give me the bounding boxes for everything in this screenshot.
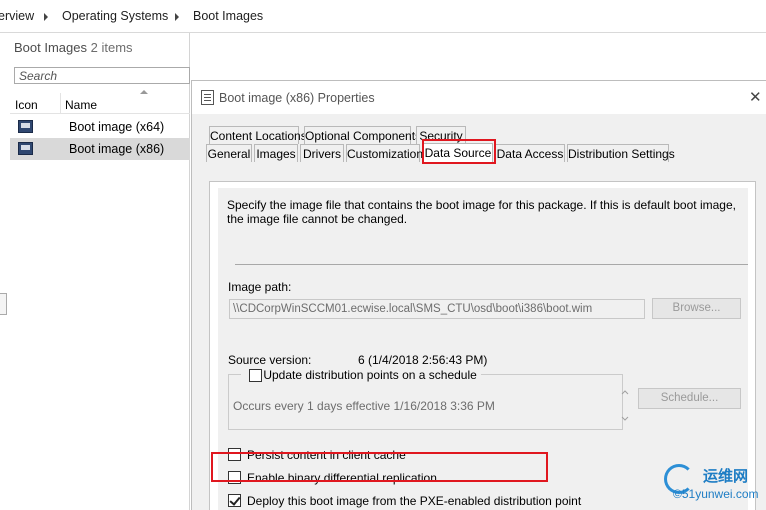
table-row-selected[interactable]: Boot image (x86) bbox=[10, 138, 190, 160]
schedule-group-header: Update distribution points on a schedule bbox=[241, 367, 481, 383]
image-path-field[interactable] bbox=[230, 300, 644, 318]
divider bbox=[235, 264, 748, 265]
tab-customization[interactable]: Customization bbox=[346, 144, 423, 162]
dialog-title: Boot image (x86) Properties bbox=[219, 91, 375, 105]
schedule-scrollbar[interactable] bbox=[621, 385, 629, 425]
browse-button[interactable]: Browse... bbox=[652, 298, 741, 319]
schedule-text: Occurs every 1 days effective 1/16/2018 … bbox=[233, 399, 495, 413]
tab-general[interactable]: General bbox=[206, 144, 252, 162]
boot-image-icon bbox=[18, 142, 33, 155]
column-headers: Icon Name bbox=[10, 90, 190, 114]
breadcrumb: erview Operating Systems Boot Images bbox=[0, 0, 766, 33]
breadcrumb-item-overview[interactable]: erview bbox=[0, 9, 34, 23]
tab-optional-components[interactable]: Optional Components bbox=[304, 126, 421, 144]
dialog-client-area: Content Locations Optional Components Se… bbox=[192, 114, 766, 510]
tab-drivers[interactable]: Drivers bbox=[300, 144, 344, 162]
collapse-handle[interactable] bbox=[0, 293, 7, 315]
highlight-data-source-tab bbox=[422, 139, 496, 164]
watermark: 运维网 ©51yunwei.com bbox=[660, 460, 766, 510]
breadcrumb-item-operating-systems[interactable]: Operating Systems bbox=[62, 9, 168, 23]
source-version-label: Source version: bbox=[228, 353, 312, 367]
watermark-url: ©51yunwei.com bbox=[673, 487, 759, 501]
source-version-value: 6 (1/4/2018 2:56:43 PM) bbox=[358, 353, 488, 367]
tab-images[interactable]: Images bbox=[254, 144, 298, 162]
breadcrumb-item-boot-images[interactable]: Boot Images bbox=[193, 9, 263, 23]
column-header-name[interactable]: Name bbox=[65, 98, 97, 112]
tab-distribution-settings[interactable]: Distribution Settings bbox=[567, 144, 675, 162]
highlight-deploy-pxe bbox=[211, 452, 548, 482]
image-path-box[interactable] bbox=[229, 299, 645, 319]
image-path-label: Image path: bbox=[228, 280, 292, 294]
table-row[interactable]: Boot image (x64) bbox=[10, 116, 190, 138]
boot-image-icon bbox=[18, 120, 33, 133]
update-dp-checkbox[interactable] bbox=[249, 369, 262, 383]
sort-ascending-icon bbox=[140, 90, 148, 94]
breadcrumb-separator-icon[interactable] bbox=[175, 13, 179, 21]
properties-icon bbox=[201, 90, 214, 105]
list-item-count: 2 items bbox=[90, 40, 133, 55]
list-header: Boot Images 2 items bbox=[14, 40, 133, 55]
update-dp-label[interactable]: Update distribution points on a schedule bbox=[263, 368, 476, 382]
schedule-button[interactable]: Schedule... bbox=[638, 388, 741, 409]
breadcrumb-separator-icon[interactable] bbox=[44, 13, 48, 21]
deploy-pxe-checkbox[interactable] bbox=[228, 494, 241, 507]
page-description: Specify the image file that contains the… bbox=[227, 198, 736, 226]
list-title: Boot Images bbox=[14, 40, 87, 55]
scroll-arrows-icon bbox=[621, 390, 629, 421]
boot-images-list-panel: Boot Images 2 items Icon Name Boot image… bbox=[0, 33, 190, 510]
row-name: Boot image (x86) bbox=[69, 142, 165, 156]
search-input[interactable] bbox=[15, 68, 189, 83]
tab-content-locations[interactable]: Content Locations bbox=[209, 126, 307, 144]
deploy-pxe-label[interactable]: Deploy this boot image from the PXE-enab… bbox=[247, 494, 581, 508]
row-name: Boot image (x64) bbox=[69, 120, 165, 134]
watermark-title: 运维网 bbox=[703, 468, 749, 485]
column-divider[interactable] bbox=[60, 93, 61, 114]
tab-data-access[interactable]: Data Access bbox=[495, 144, 565, 162]
column-header-icon[interactable]: Icon bbox=[15, 98, 38, 112]
search-box[interactable] bbox=[14, 67, 190, 84]
close-icon[interactable]: ✕ bbox=[749, 90, 762, 105]
